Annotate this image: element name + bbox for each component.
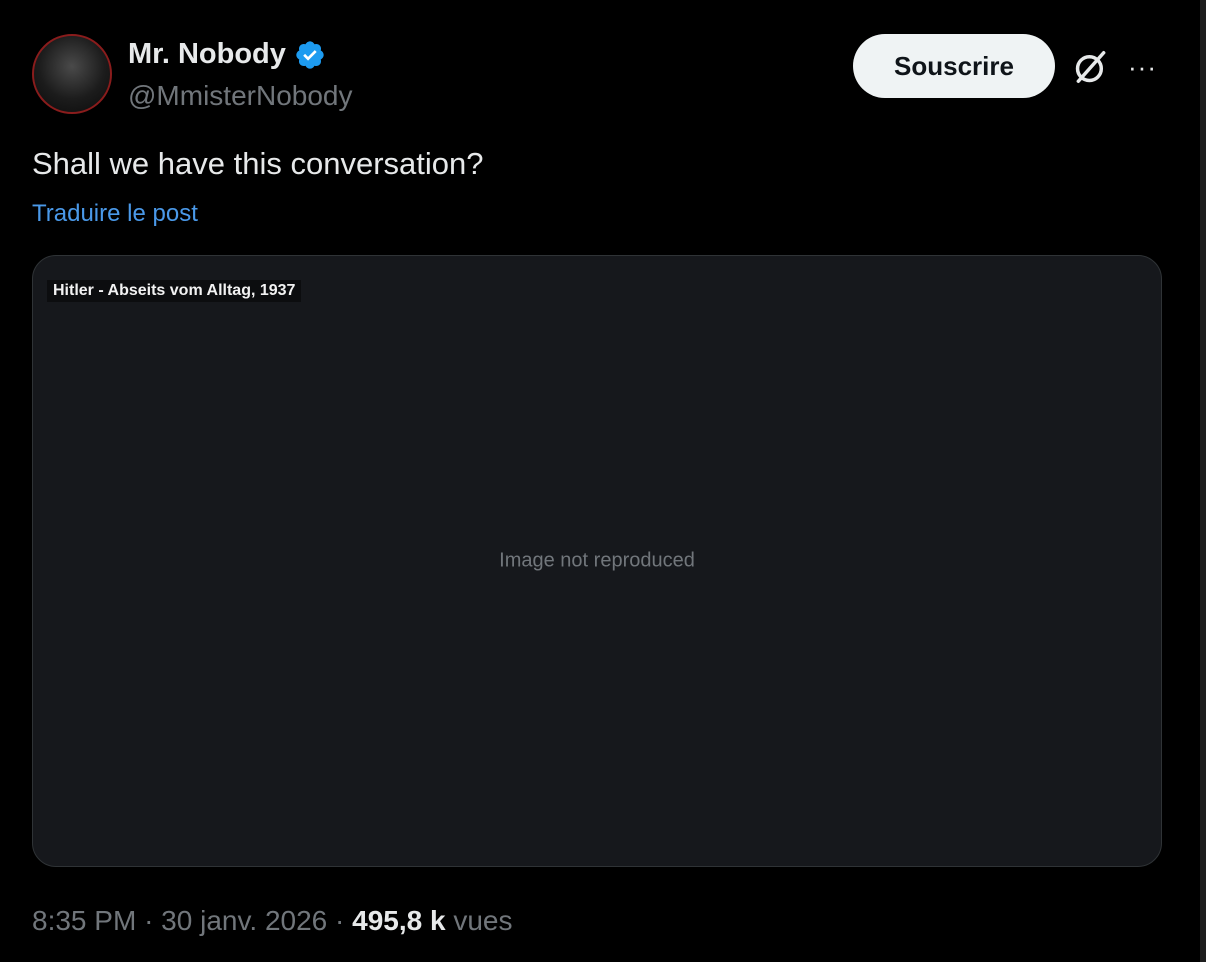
grok-icon[interactable] bbox=[1072, 48, 1110, 86]
meta-separator: · bbox=[144, 905, 154, 936]
subscribe-button[interactable]: Souscrire bbox=[853, 34, 1055, 98]
post-date[interactable]: 30 janv. 2026 bbox=[161, 905, 327, 936]
post-media[interactable]: Hitler - Abseits vom Alltag, 1937 Image … bbox=[32, 255, 1162, 867]
avatar[interactable] bbox=[32, 34, 112, 114]
more-icon[interactable]: ··· bbox=[1128, 52, 1157, 83]
views-label: vues bbox=[453, 905, 513, 936]
scrollbar[interactable] bbox=[1200, 0, 1206, 962]
post-text: Shall we have this conversation? bbox=[32, 146, 484, 181]
meta-separator: · bbox=[335, 905, 345, 936]
post-meta: 8:35 PM · 30 janv. 2026 · 495,8 k vues bbox=[32, 905, 512, 937]
display-name[interactable]: Mr. Nobody bbox=[128, 38, 286, 71]
media-placeholder: Image not reproduced bbox=[499, 549, 695, 572]
author-name-row[interactable]: Mr. Nobody bbox=[128, 38, 326, 71]
translate-link[interactable]: Traduire le post bbox=[32, 200, 198, 228]
verified-badge-icon bbox=[296, 40, 324, 69]
media-caption: Hitler - Abseits vom Alltag, 1937 bbox=[47, 280, 302, 302]
post-time[interactable]: 8:35 PM bbox=[32, 905, 136, 936]
views-count[interactable]: 495,8 k bbox=[352, 905, 445, 936]
author-handle[interactable]: @MmisterNobody bbox=[128, 80, 352, 112]
